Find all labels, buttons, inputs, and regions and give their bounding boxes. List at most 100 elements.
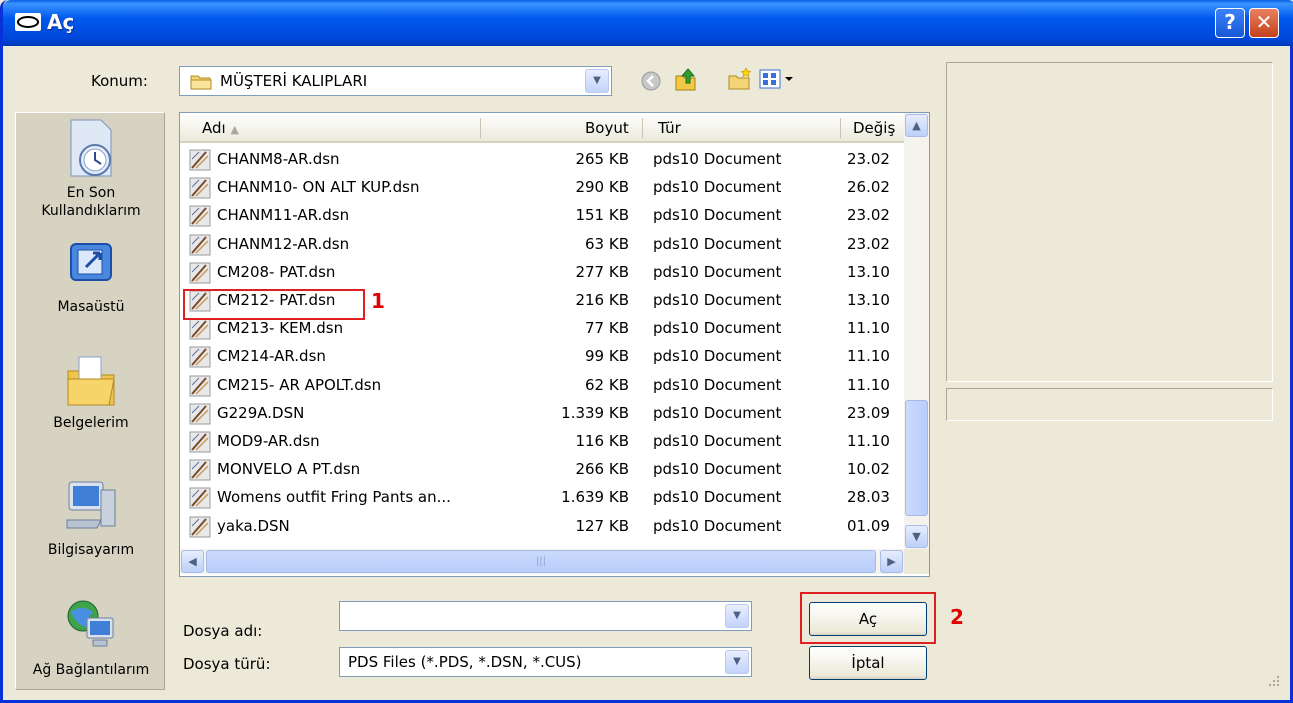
- filename-label: Dosya adı:: [183, 622, 263, 640]
- file-date: 11.10: [847, 375, 890, 394]
- column-header-date[interactable]: Değiş: [853, 119, 895, 137]
- file-name: MOD9-AR.dsn: [217, 432, 320, 450]
- network-globe-icon: [67, 600, 114, 647]
- column-separator[interactable]: [840, 118, 841, 138]
- filetype-dropdown[interactable]: PDS Files (*.PDS, *.DSN, *.CUS) ▼: [339, 647, 752, 677]
- file-size: 127 KB: [575, 516, 629, 535]
- place-computer[interactable]: Bilgisayarım: [16, 478, 166, 558]
- file-row[interactable]: CHANM8-AR.dsn 265 KB pds10 Document 23.02: [180, 146, 904, 174]
- scroll-right-button[interactable]: ▶: [880, 550, 903, 573]
- place-recent[interactable]: En Son Kullandıklarım: [16, 118, 166, 220]
- documents-folder-icon: [67, 356, 115, 406]
- file-row[interactable]: CHANM11-AR.dsn 151 KB pds10 Document 23.02: [180, 202, 904, 230]
- file-type: pds10 Document: [653, 516, 782, 535]
- file-name: CM208- PAT.dsn: [217, 262, 336, 281]
- pds-file-icon: [189, 318, 211, 340]
- file-size: 290 KB: [575, 178, 629, 197]
- location-dropdown-button[interactable]: ▼: [585, 69, 609, 93]
- file-date: 28.03: [847, 488, 890, 507]
- up-one-level-icon[interactable]: [673, 66, 699, 92]
- column-separator[interactable]: [480, 118, 481, 138]
- views-menu-icon[interactable]: [759, 68, 795, 90]
- column-header-type[interactable]: Tür: [658, 119, 681, 137]
- pds-file-icon: [189, 487, 211, 509]
- computer-icon: [66, 481, 116, 529]
- file-name: CHANM12-AR.dsn: [217, 234, 350, 253]
- file-row[interactable]: MONVELO A PT.dsn 266 KB pds10 Document 10.0…: [180, 456, 904, 484]
- file-type: pds10 Document: [653, 150, 782, 168]
- place-label: Masaüstü: [57, 299, 125, 315]
- filename-input[interactable]: ▼: [339, 601, 752, 631]
- file-size: 216 KB: [575, 291, 629, 309]
- folder-icon: [190, 75, 212, 90]
- file-name: yaka.DSN: [217, 516, 290, 535]
- close-button[interactable]: ✕: [1249, 8, 1279, 38]
- window-title: Aç: [47, 10, 75, 34]
- annotation-step-1: 1: [371, 289, 385, 313]
- file-row[interactable]: CM208- PAT.dsn 277 KB pds10 Document 13.10: [180, 259, 904, 287]
- file-size: 277 KB: [575, 262, 629, 281]
- pds-file-icon: [189, 149, 211, 171]
- file-row[interactable]: Womens outfit Fring Pants an... 1.639 KB p…: [180, 484, 904, 512]
- file-size: 62 KB: [585, 375, 629, 394]
- file-name: CM213- KEM.dsn: [217, 319, 344, 338]
- place-label: En Son Kullandıklarım: [41, 185, 141, 219]
- new-folder-icon[interactable]: [727, 66, 753, 92]
- file-type: pds10 Document: [653, 262, 782, 281]
- file-type: pds10 Document: [653, 319, 782, 338]
- file-type: pds10 Document: [653, 460, 782, 479]
- open-dialog-icon: [15, 13, 41, 31]
- preview-pane: [946, 62, 1273, 382]
- file-type: pds10 Document: [653, 178, 782, 197]
- vertical-scrollbar[interactable]: ▲ ▼: [904, 113, 929, 549]
- file-type: pds10 Document: [653, 403, 782, 422]
- help-button[interactable]: ?: [1215, 8, 1245, 38]
- place-desktop[interactable]: Masaüstü: [16, 241, 166, 315]
- file-date: 11.10: [847, 319, 890, 338]
- location-dropdown[interactable]: MÜŞTERİ KALIPLARI ▼: [179, 66, 612, 96]
- horizontal-scrollbar[interactable]: ◀ ||| ▶: [180, 549, 904, 574]
- file-row[interactable]: yaka.DSN 127 KB pds10 Document 01.09: [180, 513, 904, 541]
- filename-dropdown-button[interactable]: ▼: [725, 604, 749, 628]
- recent-clock-icon: [70, 119, 112, 177]
- place-documents[interactable]: Belgelerim: [16, 353, 166, 431]
- column-header-size[interactable]: Boyut: [585, 119, 629, 137]
- cancel-button[interactable]: İptal: [809, 646, 927, 680]
- file-size: 116 KB: [575, 432, 629, 450]
- place-label: Ağ Bağlantılarım: [32, 662, 150, 678]
- pds-file-icon: [189, 346, 211, 368]
- filetype-dropdown-button[interactable]: ▼: [725, 650, 749, 674]
- back-icon[interactable]: [640, 70, 662, 92]
- file-date: 23.09: [847, 403, 890, 422]
- pds-file-icon: [189, 375, 211, 397]
- file-date: 11.10: [847, 347, 890, 366]
- file-list[interactable]: Adı ▲ Boyut Tür Değiş CHANM8-AR.dsn 265 K…: [179, 112, 930, 577]
- file-date: 13.10: [847, 262, 890, 281]
- place-label: Belgelerim: [53, 415, 129, 431]
- column-header-name[interactable]: Adı ▲: [202, 119, 239, 137]
- file-row[interactable]: MOD9-AR.dsn 116 KB pds10 Document 11.10: [180, 428, 904, 456]
- file-date: 23.02: [847, 150, 890, 168]
- file-row[interactable]: CM214-AR.dsn 99 KB pds10 Document 11.10: [180, 343, 904, 371]
- file-size: 99 KB: [585, 347, 629, 366]
- place-network[interactable]: Ağ Bağlantılarım: [16, 596, 166, 678]
- horizontal-scroll-thumb[interactable]: |||: [206, 550, 876, 573]
- annotation-step-2: 2: [950, 605, 964, 629]
- resize-grip-icon[interactable]: [1265, 672, 1281, 688]
- file-row[interactable]: CM215- AR APOLT.dsn 62 KB pds10 Document 11…: [180, 372, 904, 400]
- file-size: 1.339 KB: [561, 403, 629, 422]
- title-bar[interactable]: Aç ? ✕: [3, 0, 1293, 46]
- file-row[interactable]: G229A.DSN 1.339 KB pds10 Document 23.09: [180, 400, 904, 428]
- column-separator[interactable]: [642, 118, 643, 138]
- scroll-down-button[interactable]: ▼: [905, 525, 928, 548]
- file-type: pds10 Document: [653, 234, 782, 253]
- file-row[interactable]: CHANM12-AR.dsn 63 KB pds10 Document 23.02: [180, 231, 904, 259]
- column-header-row: Adı ▲ Boyut Tür Değiş: [180, 113, 904, 143]
- location-value: MÜŞTERİ KALIPLARI: [220, 72, 368, 90]
- file-type: pds10 Document: [653, 432, 782, 450]
- pds-file-icon: [189, 177, 211, 199]
- vertical-scroll-thumb[interactable]: [905, 400, 928, 516]
- file-row[interactable]: CHANM10- ON ALT KUP.dsn 290 KB pds10 Docum…: [180, 174, 904, 202]
- scroll-left-button[interactable]: ◀: [181, 550, 204, 573]
- scroll-up-button[interactable]: ▲: [905, 114, 928, 137]
